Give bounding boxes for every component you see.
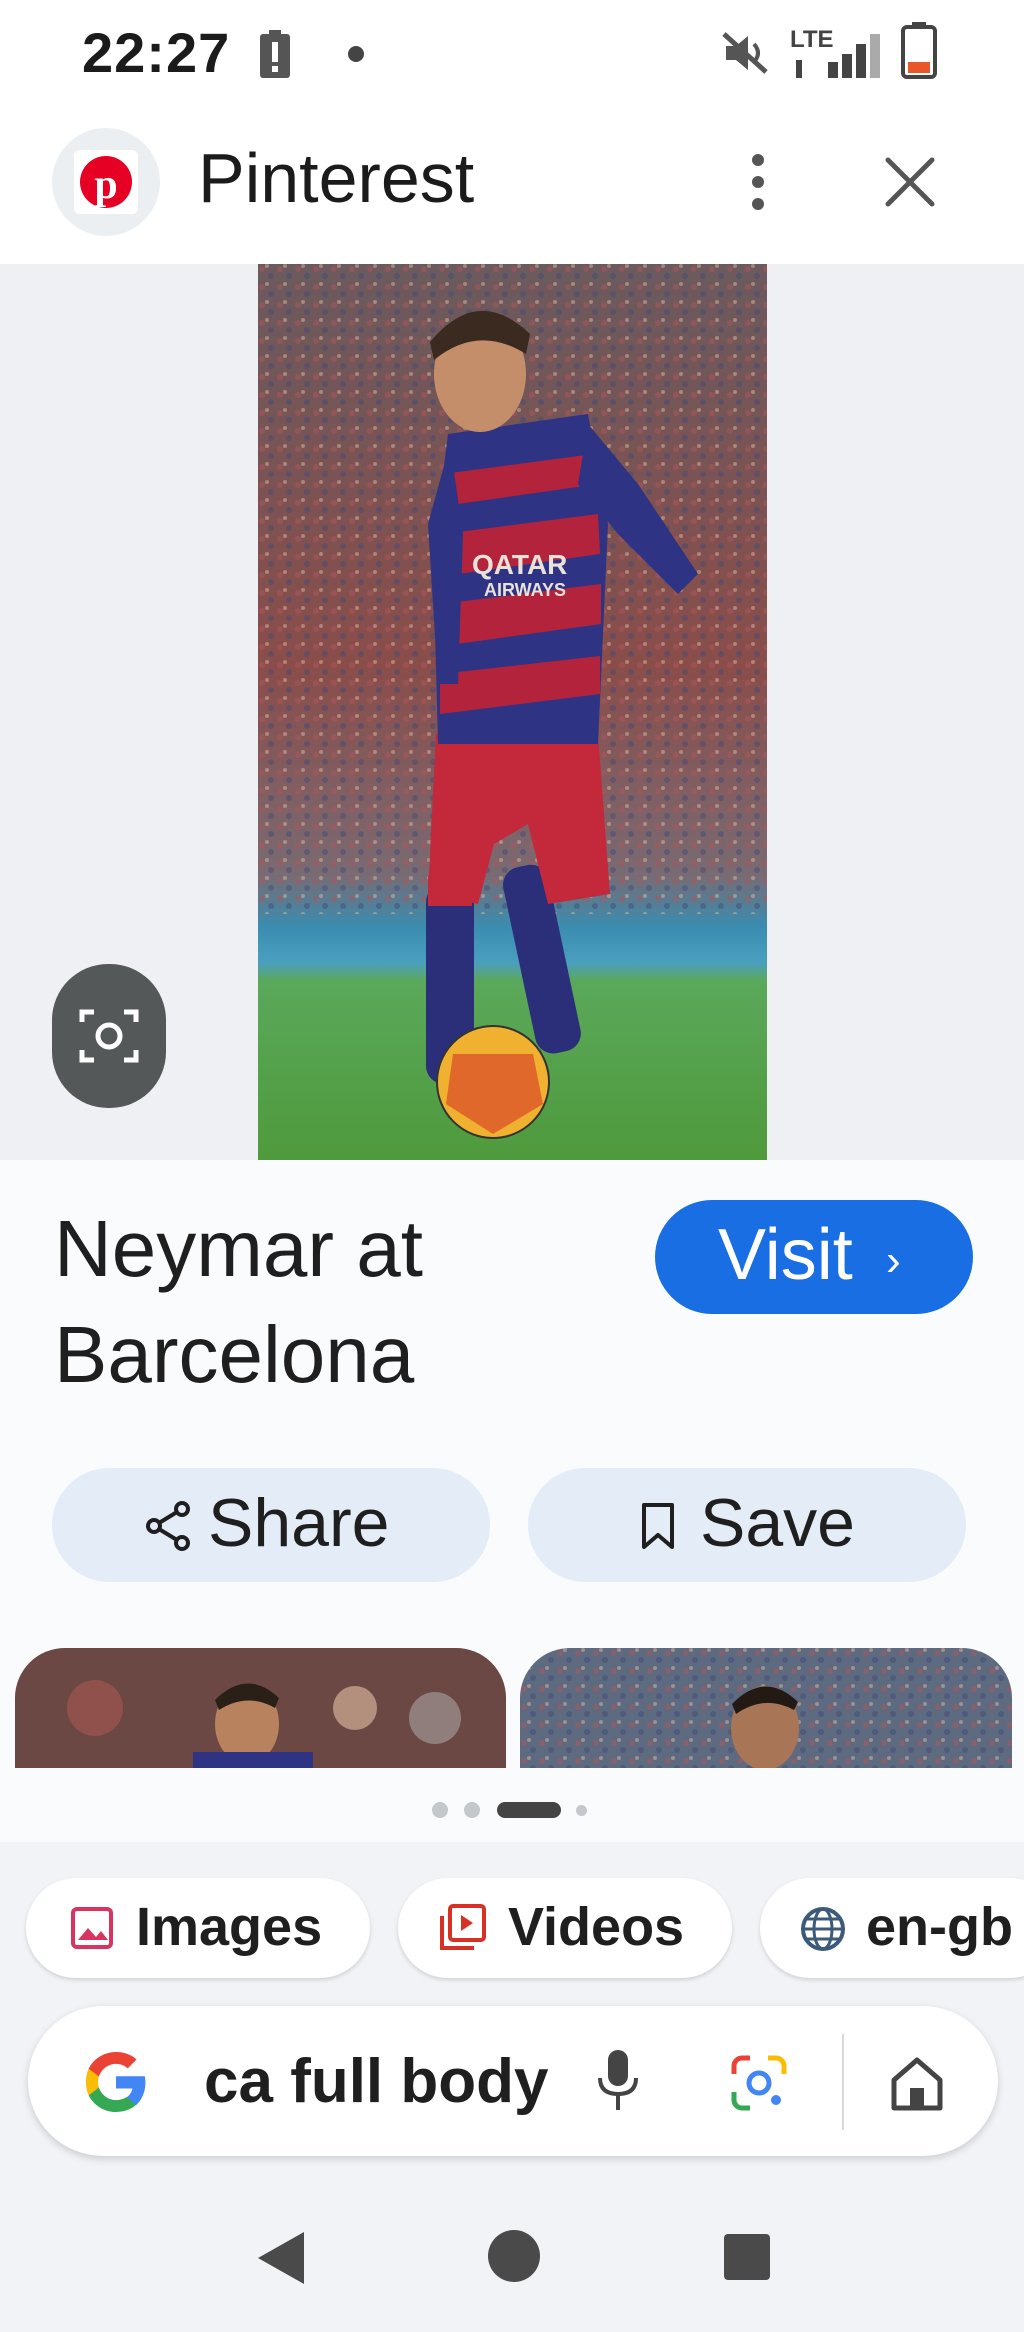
- carousel-dot[interactable]: [464, 1802, 480, 1818]
- google-g-icon: [86, 2052, 146, 2112]
- svg-text:QATAR: QATAR: [472, 549, 567, 580]
- chip-images-label: Images: [136, 1897, 323, 1957]
- result-caption: Neymar at Barcelona: [54, 1204, 423, 1399]
- battery-low-icon: [901, 22, 937, 79]
- status-time: 22:27: [82, 21, 231, 84]
- search-query-text[interactable]: ca full body: [204, 2046, 548, 2117]
- bookmark-icon: [642, 1503, 674, 1549]
- home-icon[interactable]: [888, 2054, 946, 2112]
- chip-language-label: en-gb: [866, 1897, 1013, 1957]
- search-bar-divider: [842, 2034, 844, 2130]
- image-icon: [71, 1907, 113, 1949]
- video-icon: [440, 1904, 486, 1950]
- camera-lens-icon: [79, 1009, 139, 1063]
- back-icon[interactable]: [252, 2228, 308, 2288]
- battery-alert-icon: [260, 30, 290, 78]
- microphone-icon[interactable]: [594, 2048, 642, 2114]
- notification-dot-icon: [348, 46, 364, 62]
- svg-text:p: p: [94, 162, 117, 208]
- carousel-dot[interactable]: [576, 1805, 587, 1816]
- more-vert-icon[interactable]: [740, 150, 776, 214]
- save-label: Save: [700, 1485, 855, 1561]
- carousel-dot[interactable]: [432, 1802, 448, 1818]
- recents-icon[interactable]: [722, 2232, 772, 2282]
- chevron-right-icon: ›: [886, 1236, 901, 1285]
- share-icon: [146, 1501, 190, 1551]
- page-title: Pinterest: [198, 139, 475, 217]
- close-icon[interactable]: [884, 156, 936, 208]
- visit-button-label: Visit: [718, 1215, 853, 1295]
- result-photo[interactable]: QATAR AIRWAYS: [258, 264, 767, 1160]
- chip-videos-label: Videos: [508, 1897, 685, 1957]
- related-image-thumbnail[interactable]: [520, 1648, 1012, 1768]
- related-image-thumbnail[interactable]: [15, 1648, 506, 1768]
- mute-icon: [722, 32, 768, 74]
- carousel-dot-active[interactable]: [497, 1802, 561, 1818]
- pinterest-logo-icon: p: [74, 150, 138, 214]
- svg-text:AIRWAYS: AIRWAYS: [484, 580, 566, 600]
- share-label: Share: [208, 1485, 390, 1561]
- lte-signal-icon: [796, 34, 880, 78]
- home-circle-icon[interactable]: [486, 2228, 542, 2284]
- google-lens-icon[interactable]: [730, 2054, 788, 2112]
- globe-icon: [801, 1907, 845, 1951]
